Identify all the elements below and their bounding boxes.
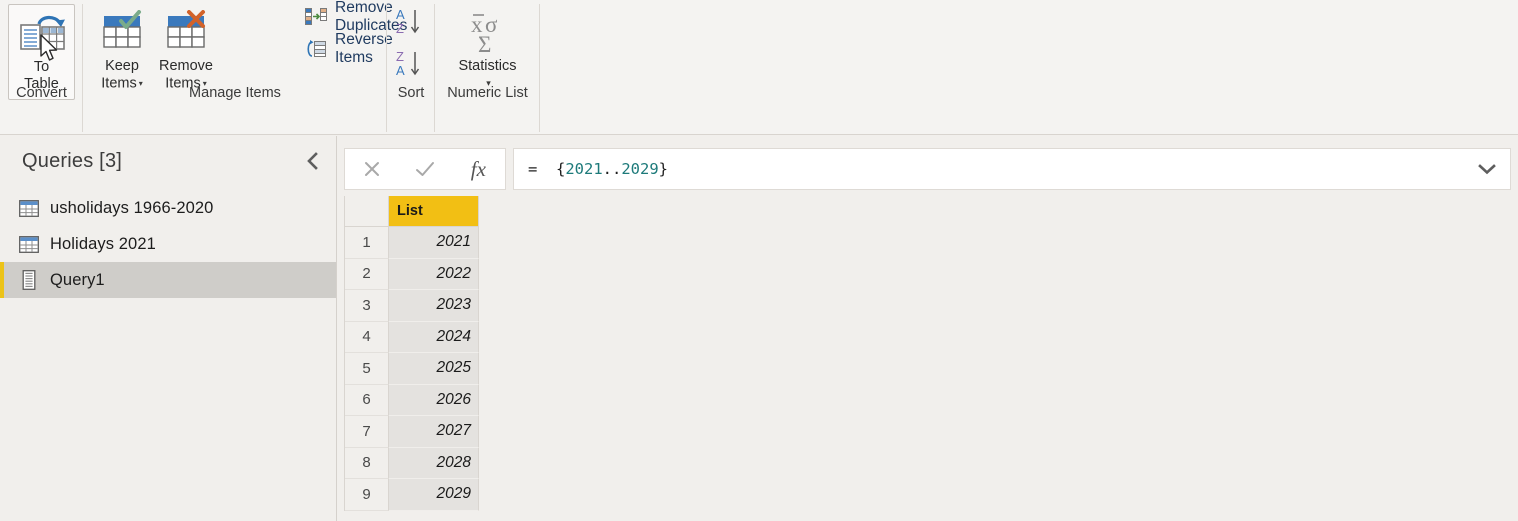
remove-items-icon: [163, 8, 209, 56]
ribbon: To Table Convert Keep Items ▾ Remove Ite…: [0, 0, 1518, 135]
power-query-editor-window: To Table Convert Keep Items ▾ Remove Ite…: [0, 0, 1518, 521]
sidebar-item-query1[interactable]: Query1: [0, 262, 336, 298]
formula-suffix: }: [658, 160, 668, 178]
cancel-formula-button[interactable]: [350, 149, 394, 189]
keep-items-icon: [99, 8, 145, 56]
row-number: 3: [345, 290, 389, 322]
list-value-cell[interactable]: 2021: [389, 227, 479, 259]
formula-end-value: 2029: [621, 160, 659, 178]
svg-text:Σ: Σ: [478, 32, 491, 56]
close-icon: [362, 159, 382, 179]
grid-rows: 1 2021 2 2022 3 2023 4 2024 5 2025 6 2026 7 2027 8 2028…: [345, 227, 479, 511]
svg-text:A: A: [396, 63, 405, 78]
row-number: 2: [345, 258, 389, 290]
ribbon-group-label-manage-items: Manage Items: [189, 85, 281, 101]
queries-list: usholidays 1966-2020 Holidays 2021 Query…: [0, 190, 336, 298]
row-number: 5: [345, 353, 389, 385]
ribbon-groups: To Table Convert Keep Items ▾ Remove Ite…: [0, 0, 1518, 132]
grid-header-row: List: [345, 196, 479, 227]
ribbon-group-label-convert: Convert: [16, 85, 67, 101]
sort-ascending-button[interactable]: A Z: [391, 2, 431, 40]
sort-buttons: A Z Z A: [387, 2, 435, 82]
table-row[interactable]: 3 2023: [345, 290, 479, 322]
sort-az-icon: A Z: [394, 5, 428, 37]
fx-label: fx: [470, 156, 486, 181]
check-icon: [414, 159, 436, 179]
table-icon: [18, 234, 40, 254]
row-number: 8: [345, 447, 389, 479]
table-row[interactable]: 2 2022: [345, 258, 479, 290]
svg-text:A: A: [396, 7, 405, 22]
expand-formula-bar-button[interactable]: [1476, 158, 1498, 180]
ribbon-group-convert: To Table Convert: [0, 0, 83, 132]
sidebar-item-usholidays-1966-2020[interactable]: usholidays 1966-2020: [0, 190, 336, 226]
table-row[interactable]: 8 2028: [345, 447, 479, 479]
row-number: 1: [345, 227, 389, 259]
ribbon-group-divider: [539, 4, 540, 132]
accept-formula-button[interactable]: [403, 149, 447, 189]
fx-button[interactable]: fx: [456, 149, 500, 189]
svg-text:Z: Z: [396, 21, 404, 36]
list-value-cell[interactable]: 2024: [389, 321, 479, 353]
row-number: 4: [345, 321, 389, 353]
remove-items-label-line1: Remove: [159, 58, 213, 74]
table-row[interactable]: 1 2021: [345, 227, 479, 259]
sidebar-item-label: Holidays 2021: [50, 234, 156, 253]
row-number: 6: [345, 384, 389, 416]
sort-descending-button[interactable]: Z A: [391, 44, 431, 82]
ribbon-group-sort: A Z Z A Sort: [387, 0, 435, 132]
formula-bar: fx = {2021..2029}: [344, 148, 1511, 190]
formula-range-operator: ..: [602, 160, 622, 178]
row-number: 9: [345, 479, 389, 511]
ribbon-group-label-sort: Sort: [397, 85, 425, 101]
list-value-cell[interactable]: 2022: [389, 258, 479, 290]
formula-input[interactable]: = {2021..2029}: [513, 148, 1511, 190]
table-icon: [18, 198, 40, 218]
sort-za-icon: Z A: [394, 47, 428, 79]
statistics-icon: x σ Σ: [457, 8, 519, 56]
list-value-cell[interactable]: 2028: [389, 447, 479, 479]
list-value-cell[interactable]: 2025: [389, 353, 479, 385]
grid-corner-cell: [345, 196, 389, 227]
to-table-label-line1: To: [33, 59, 50, 75]
svg-text:Z: Z: [396, 49, 404, 64]
chevron-left-icon: [305, 152, 321, 170]
query-editor-main: fx = {2021..2029} List 1 2021 2 2022 3 2…: [338, 136, 1518, 521]
list-icon: [18, 270, 40, 290]
table-row[interactable]: 7 2027: [345, 416, 479, 448]
list-value-cell[interactable]: 2029: [389, 479, 479, 511]
formula-bar-buttons: fx: [344, 148, 506, 190]
statistics-label-text: Statistics: [458, 58, 517, 74]
formula-prefix: = {: [528, 160, 566, 178]
ribbon-group-manage-items: Keep Items ▾ Remove Items ▾ Remove Dupli…: [83, 0, 407, 132]
chevron-down-icon: [1478, 163, 1496, 175]
to-table-icon: [17, 9, 67, 57]
ribbon-group-numeric-list: x σ Σ Statistics ▾ Numeric List: [435, 0, 540, 132]
reverse-items-icon: [305, 39, 327, 59]
sidebar-item-label: usholidays 1966-2020: [50, 198, 214, 217]
table-row[interactable]: 6 2026: [345, 384, 479, 416]
column-header-list[interactable]: List: [389, 196, 479, 227]
list-value-cell[interactable]: 2026: [389, 384, 479, 416]
list-value-cell[interactable]: 2023: [389, 290, 479, 322]
remove-duplicates-icon: [305, 7, 327, 27]
queries-header: Queries [3]: [0, 136, 336, 186]
table-row[interactable]: 9 2029: [345, 479, 479, 511]
queries-title: Queries [3]: [22, 149, 123, 172]
table-row[interactable]: 5 2025: [345, 353, 479, 385]
queries-sidebar: Queries [3] usholidays 1966-2020 Holiday…: [0, 136, 337, 521]
list-preview-grid: List 1 2021 2 2022 3 2023 4 2024 5 2025 6 2026 7 2027…: [344, 196, 479, 511]
formula-start-value: 2021: [565, 160, 603, 178]
collapse-sidebar-button[interactable]: [300, 148, 326, 174]
sidebar-item-label: Query1: [50, 270, 105, 289]
list-value-cell[interactable]: 2027: [389, 416, 479, 448]
formula-text: = {2021..2029}: [528, 160, 668, 178]
ribbon-group-label-numeric-list: Numeric List: [447, 85, 528, 101]
keep-items-label-line1: Keep: [105, 58, 139, 74]
sidebar-item-holidays-2021[interactable]: Holidays 2021: [0, 226, 336, 262]
row-number: 7: [345, 416, 389, 448]
table-row[interactable]: 4 2024: [345, 321, 479, 353]
